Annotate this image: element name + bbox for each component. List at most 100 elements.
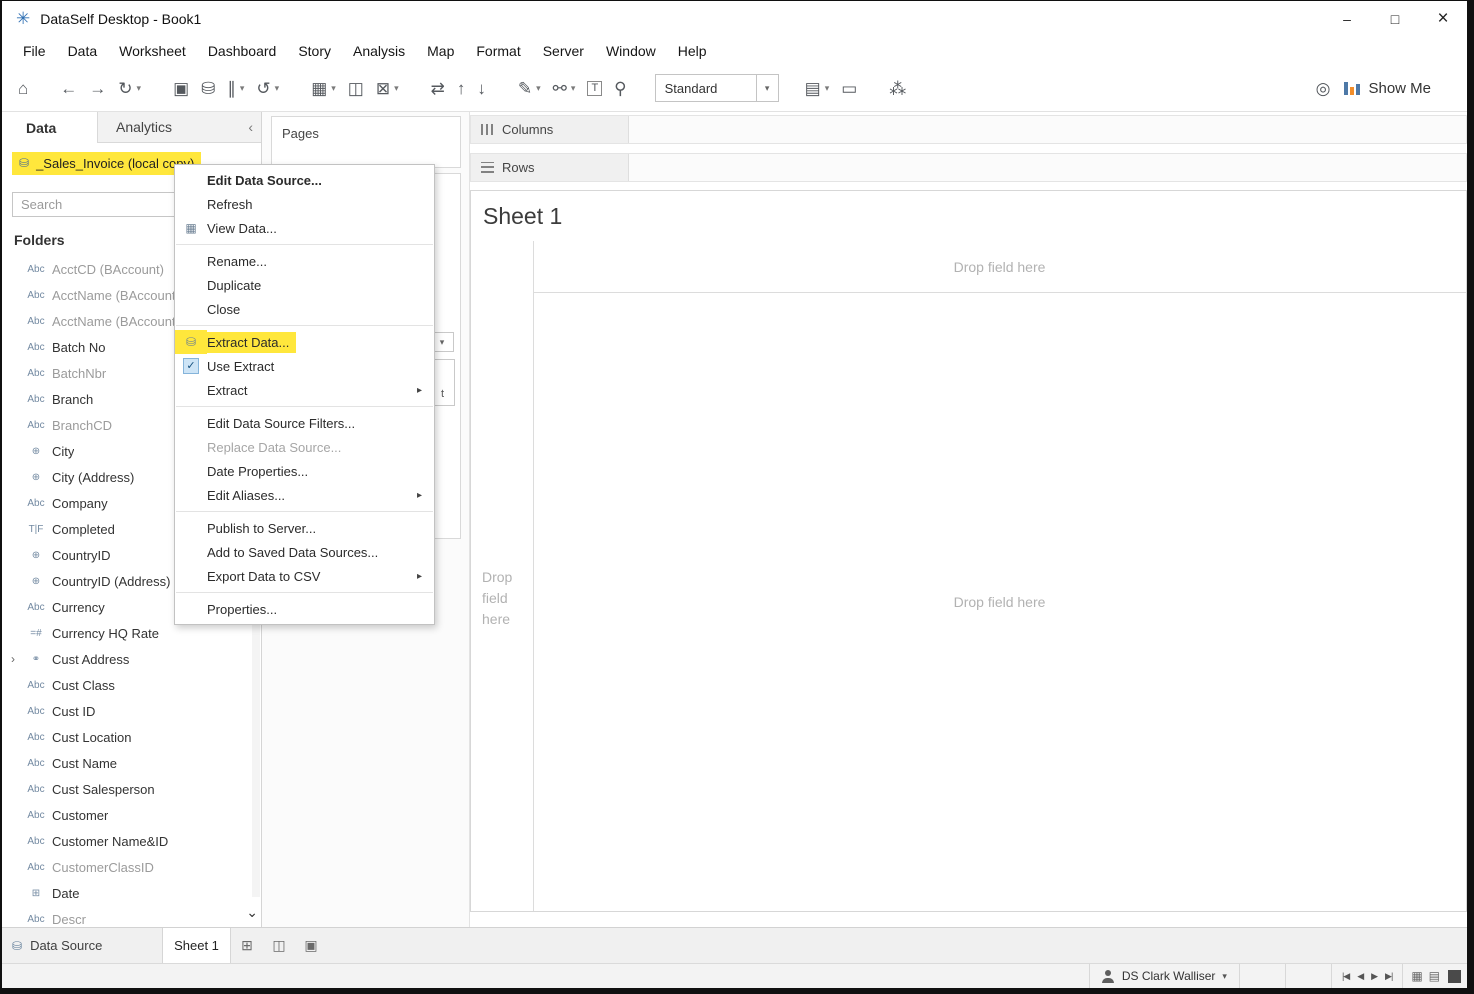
fix-axes-button[interactable]: ⚲	[608, 72, 632, 104]
menubar-item[interactable]: Analysis	[342, 40, 416, 62]
caret-down-icon[interactable]: ▾	[536, 83, 541, 94]
field-row[interactable]: Abc Cust Class	[2, 672, 251, 698]
duplicate-sheet-button[interactable]: ◫	[342, 72, 370, 104]
caret-down-icon[interactable]: ▾	[331, 83, 336, 94]
home-button[interactable]: ⌂	[12, 72, 34, 104]
menu-item-extract[interactable]: Extract ▸	[175, 378, 434, 402]
view-switcher-icon[interactable]: ▤	[1429, 969, 1440, 983]
menu-item-view-data[interactable]: ▦ View Data...	[175, 216, 434, 240]
menu-item-refresh[interactable]: Refresh	[175, 192, 434, 216]
filmstrip-toggle-icon[interactable]	[1448, 970, 1461, 983]
field-row[interactable]: Abc Customer	[2, 802, 251, 828]
menubar-item[interactable]: Map	[416, 40, 465, 62]
tab-data[interactable]: Data	[2, 112, 98, 143]
field-row[interactable]: Abc Cust ID	[2, 698, 251, 724]
drop-zone-rows[interactable]: Drop field here	[482, 567, 512, 630]
menu-item-add-to-saved-data-sources[interactable]: Add to Saved Data Sources...	[175, 540, 434, 564]
menu-item-close[interactable]: Close	[175, 297, 434, 321]
menubar-item[interactable]: Window	[595, 40, 667, 62]
show-mark-labels-button[interactable]: T	[581, 72, 608, 104]
sort-ascending-button[interactable]: ↑	[451, 72, 472, 104]
drop-zone-main[interactable]: Drop field here	[533, 293, 1466, 911]
run-auto-updates-button[interactable]: ↺ ▾	[250, 72, 285, 104]
menubar-item[interactable]: Server	[532, 40, 595, 62]
minimize-button[interactable]: –	[1323, 1, 1371, 37]
menu-item-edit-data-source-filters[interactable]: Edit Data Source Filters...	[175, 411, 434, 435]
swap-rows-columns-button[interactable]: ⇄	[425, 72, 451, 104]
redo-button[interactable]: →	[83, 72, 112, 104]
sort-descending-button[interactable]: ↓	[471, 72, 492, 104]
menu-item-extract-data[interactable]: ⛁ Extract Data...	[175, 330, 434, 354]
clear-sheet-button[interactable]: ⊠ ▾	[370, 72, 405, 104]
close-button[interactable]: ×	[1419, 1, 1467, 37]
maximize-button[interactable]: □	[1371, 1, 1419, 37]
menu-item-use-extract[interactable]: ✓ Use Extract	[175, 354, 434, 378]
menu-item-properties[interactable]: Properties...	[175, 597, 434, 621]
view-switcher-icon[interactable]: ▦	[1411, 969, 1422, 983]
new-story-tab-button[interactable]: ▣	[295, 928, 327, 963]
data-source-tab[interactable]: ⛁ Data Source	[2, 928, 163, 963]
menu-item-edit-data-source[interactable]: Edit Data Source...	[175, 168, 434, 192]
caret-down-icon[interactable]: ▾	[571, 83, 576, 94]
new-data-source-button[interactable]: ⛁	[195, 72, 221, 104]
field-row[interactable]: ⊞ Date	[2, 880, 251, 906]
sheet-nav-button[interactable]: ▶	[1371, 971, 1377, 982]
drop-zone-columns[interactable]: Drop field here	[533, 241, 1466, 292]
menu-item-replace-data-source[interactable]: Replace Data Source...	[175, 435, 434, 459]
presentation-mode-button[interactable]: ▭	[835, 72, 863, 104]
field-row[interactable]: Abc Cust Name	[2, 750, 251, 776]
menubar-item[interactable]: Dashboard	[197, 40, 288, 62]
fit-selector-button[interactable]: ▤ ▾	[799, 72, 836, 104]
menubar-item[interactable]: Format	[465, 40, 531, 62]
find-button[interactable]: ◎	[1310, 72, 1337, 104]
sheet-nav-button[interactable]: ◀	[1357, 971, 1363, 982]
share-button[interactable]: ⁂	[883, 72, 912, 104]
pause-auto-updates-button[interactable]: ∥ ▾	[221, 72, 250, 104]
field-row[interactable]: › ⚭ Cust Address	[2, 646, 251, 672]
group-members-button[interactable]: ⚯ ▾	[547, 72, 582, 104]
menu-item-publish-to-server[interactable]: Publish to Server...	[175, 516, 434, 540]
menu-item-date-properties[interactable]: Date Properties...	[175, 459, 434, 483]
caret-down-icon[interactable]: ▾	[137, 83, 142, 94]
menu-item-rename[interactable]: Rename...	[175, 249, 434, 273]
field-row[interactable]: Abc CustomerClassID	[2, 854, 251, 880]
expand-icon[interactable]: ›	[6, 652, 20, 666]
caret-down-icon[interactable]: ▾	[275, 83, 280, 94]
menubar-item[interactable]: Worksheet	[108, 40, 197, 62]
caret-down-icon[interactable]: ▾	[825, 83, 830, 94]
menu-item-edit-aliases[interactable]: Edit Aliases... ▸	[175, 483, 434, 507]
sheet-nav-button[interactable]: |◀	[1342, 971, 1349, 982]
menubar-item[interactable]: Help	[667, 40, 718, 62]
field-row[interactable]: Abc Descr	[2, 906, 251, 925]
show-me-button[interactable]: Show Me	[1336, 76, 1443, 101]
field-row[interactable]: Abc Cust Location	[2, 724, 251, 750]
menubar-item[interactable]: Story	[287, 40, 342, 62]
replay-button[interactable]: ↻ ▾	[112, 72, 147, 104]
user-account-button[interactable]: DS Clark Walliser ▾	[1089, 964, 1240, 988]
menubar-item[interactable]: Data	[57, 40, 109, 62]
menubar-item[interactable]: File	[12, 40, 57, 62]
sheet-nav-button[interactable]: ▶|	[1385, 971, 1392, 982]
new-dashboard-tab-button[interactable]: ◫	[263, 928, 295, 963]
collapse-pane-icon[interactable]: ‹	[248, 119, 253, 135]
scroll-down-icon[interactable]: ⌄	[246, 904, 258, 921]
columns-shelf[interactable]: Columns	[470, 115, 1467, 144]
new-worksheet-tab-button[interactable]: ⊞	[231, 928, 263, 963]
save-button[interactable]: ▣	[167, 72, 195, 104]
menu-item-gutter: ▦	[175, 216, 207, 240]
caret-down-icon[interactable]: ▾	[240, 83, 245, 94]
view-fit-combobox[interactable]: Standard ▾	[655, 74, 779, 102]
caret-down-icon[interactable]: ▾	[394, 83, 399, 94]
menu-item-duplicate[interactable]: Duplicate	[175, 273, 434, 297]
sheet-1-tab[interactable]: Sheet 1	[163, 928, 231, 963]
new-worksheet-button[interactable]: ▦ ▾	[305, 72, 342, 104]
menu-item-export-data-to-csv[interactable]: Export Data to CSV ▸	[175, 564, 434, 588]
field-row[interactable]: Abc Cust Salesperson	[2, 776, 251, 802]
undo-button[interactable]: ←	[54, 72, 83, 104]
rows-shelf[interactable]: Rows	[470, 153, 1467, 182]
field-row[interactable]: Abc Customer Name&ID	[2, 828, 251, 854]
tab-analytics[interactable]: Analytics ‹	[98, 112, 261, 143]
caret-down-icon[interactable]: ▾	[756, 75, 778, 101]
toolbar-button-icon: ↑	[457, 80, 466, 97]
highlight-button[interactable]: ✎ ▾	[512, 72, 547, 104]
